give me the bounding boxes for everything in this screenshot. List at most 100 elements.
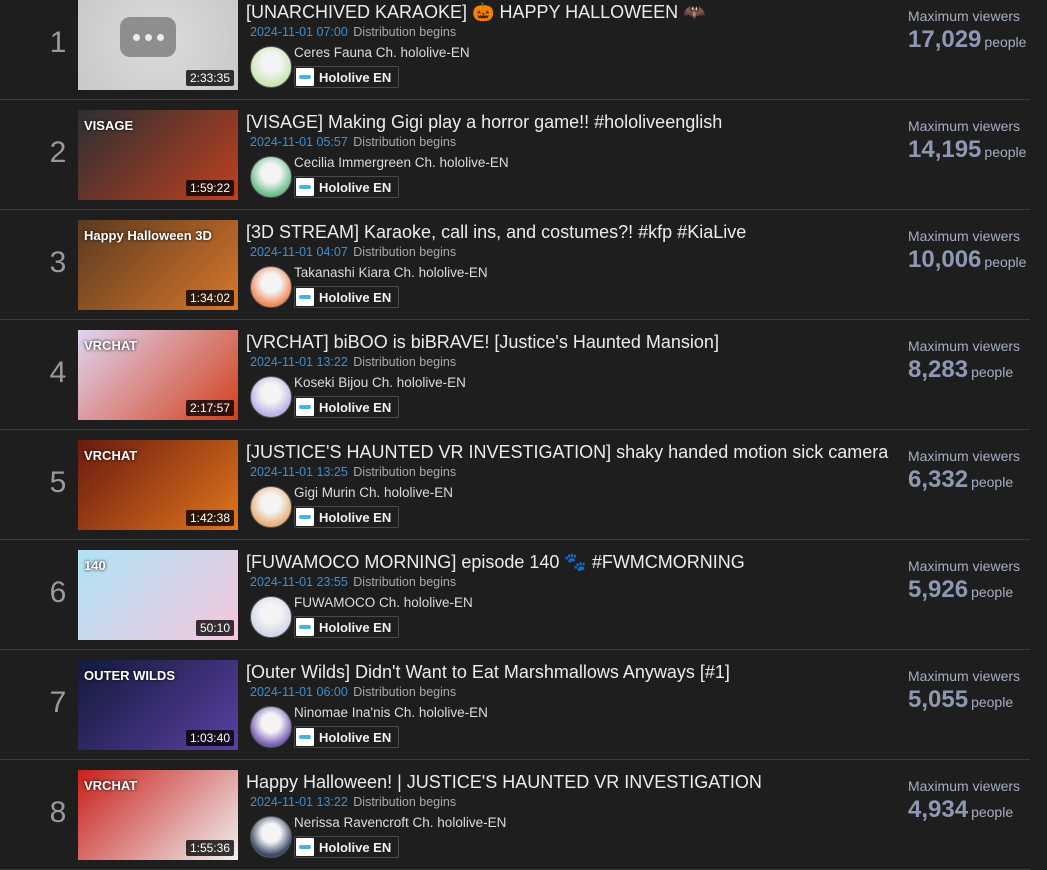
max-viewers-label: Maximum viewers <box>908 338 1021 354</box>
viewer-count: 4,934 <box>908 796 969 823</box>
max-viewers-label: Maximum viewers <box>908 668 1021 684</box>
video-duration: 1:03:40 <box>185 730 234 746</box>
video-thumbnail[interactable]: 140 50:10 <box>78 550 238 640</box>
video-thumbnail[interactable]: Happy Halloween 3D 1:34:02 <box>78 220 238 310</box>
channel-name-link[interactable]: Nerissa Ravencroft Ch. hololive-EN <box>294 815 506 830</box>
stream-row[interactable]: 5 VRCHAT 1:42:38 [JUSTICE'S HAUNTED VR I… <box>0 430 1030 540</box>
video-title-link[interactable]: [Outer Wilds] Didn't Want to Eat Marshma… <box>246 660 892 684</box>
video-thumbnail[interactable]: VRCHAT 2:17:57 <box>78 330 238 420</box>
video-thumbnail[interactable]: 2:33:35 <box>78 0 238 90</box>
max-viewers-count: 10,006 people <box>908 246 1038 274</box>
stream-row[interactable]: 4 VRCHAT 2:17:57 [VRCHAT] biBOO is biBRA… <box>0 320 1030 430</box>
stream-row[interactable]: 3 Happy Halloween 3D 1:34:02 [3D STREAM]… <box>0 210 1030 320</box>
stream-row[interactable]: 2 VISAGE 1:59:22 [VISAGE] Making Gigi pl… <box>0 100 1030 210</box>
channel-avatar[interactable] <box>250 486 292 528</box>
distribution-date: 2024-11-01 13:25 <box>250 465 348 479</box>
channel-name-link[interactable]: Ceres Fauna Ch. hololive-EN <box>294 45 470 60</box>
stream-row[interactable]: 7 OUTER WILDS 1:03:40 [Outer Wilds] Didn… <box>0 650 1030 760</box>
video-title-link[interactable]: [JUSTICE'S HAUNTED VR INVESTIGATION] sha… <box>246 440 892 464</box>
org-badge[interactable]: Hololive EN <box>294 66 400 88</box>
distribution-info: 2024-11-01 06:00 Distribution begins <box>250 685 456 699</box>
channel-name-link[interactable]: Gigi Murin Ch. hololive-EN <box>294 485 453 500</box>
stream-row[interactable]: 8 VRCHAT 1:55:36 Happy Halloween! | JUST… <box>0 760 1030 870</box>
viewer-unit: people <box>984 34 1027 50</box>
video-title-link[interactable]: [UNARCHIVED KARAOKE] 🎃 HAPPY HALLOWEEN 🦇 <box>246 0 892 24</box>
max-viewers-label: Maximum viewers <box>908 778 1021 794</box>
max-viewers-label: Maximum viewers <box>908 558 1021 574</box>
max-viewers: Maximum viewers 4,934 people <box>908 778 1038 824</box>
hololive-logo-icon <box>296 838 314 856</box>
channel-avatar[interactable] <box>250 706 292 748</box>
thumbnail-caption: VRCHAT <box>84 338 138 353</box>
channel-name-link[interactable]: Takanashi Kiara Ch. hololive-EN <box>294 265 488 280</box>
channel-name-link[interactable]: Koseki Bijou Ch. hololive-EN <box>294 375 466 390</box>
max-viewers-count: 5,055 people <box>908 686 1038 714</box>
max-viewers-label: Maximum viewers <box>908 228 1021 244</box>
distribution-date: 2024-11-01 05:57 <box>250 135 348 149</box>
video-title-link[interactable]: [FUWAMOCO MORNING] episode 140 🐾 #FWMCMO… <box>246 550 892 574</box>
distribution-info: 2024-11-01 04:07 Distribution begins <box>250 245 456 259</box>
stream-ranking-list: 1 2:33:35 [UNARCHIVED KARAOKE] 🎃 HAPPY H… <box>0 0 1047 870</box>
channel-name-link[interactable]: Ninomae Ina'nis Ch. hololive-EN <box>294 705 488 720</box>
org-badge[interactable]: Hololive EN <box>294 726 400 748</box>
thumbnail-caption: VRCHAT <box>84 778 138 793</box>
viewer-unit: people <box>971 804 1014 820</box>
channel-avatar[interactable] <box>250 596 292 638</box>
channel-avatar[interactable] <box>250 46 292 88</box>
video-thumbnail[interactable]: VRCHAT 1:55:36 <box>78 770 238 860</box>
max-viewers-count: 17,029 people <box>908 26 1038 54</box>
max-viewers: Maximum viewers 17,029 people <box>908 8 1038 54</box>
placeholder-dots-icon <box>120 17 176 57</box>
video-title-link[interactable]: [VISAGE] Making Gigi play a horror game!… <box>246 110 892 134</box>
channel-avatar[interactable] <box>250 816 292 858</box>
stream-row[interactable]: 6 140 50:10 [FUWAMOCO MORNING] episode 1… <box>0 540 1030 650</box>
video-thumbnail[interactable]: OUTER WILDS 1:03:40 <box>78 660 238 750</box>
distribution-info: 2024-11-01 23:55 Distribution begins <box>250 575 456 589</box>
video-duration: 2:33:35 <box>185 70 234 86</box>
thumbnail-caption: Happy Halloween 3D <box>84 228 212 243</box>
max-viewers: Maximum viewers 6,332 people <box>908 448 1038 494</box>
distribution-date: 2024-11-01 06:00 <box>250 685 348 699</box>
video-title-link[interactable]: Happy Halloween! | JUSTICE'S HAUNTED VR … <box>246 770 892 794</box>
viewer-unit: people <box>984 144 1027 160</box>
org-badge-label: Hololive EN <box>319 509 392 525</box>
channel-name-link[interactable]: Cecilia Immergreen Ch. hololive-EN <box>294 155 509 170</box>
video-thumbnail[interactable]: VRCHAT 1:42:38 <box>78 440 238 530</box>
org-badge[interactable]: Hololive EN <box>294 286 400 308</box>
distribution-info: 2024-11-01 13:25 Distribution begins <box>250 465 456 479</box>
video-duration: 1:34:02 <box>185 290 234 306</box>
org-badge-label: Hololive EN <box>319 729 392 745</box>
channel-name-link[interactable]: FUWAMOCO Ch. hololive-EN <box>294 595 473 610</box>
org-badge-label: Hololive EN <box>319 289 392 305</box>
video-title-link[interactable]: [VRCHAT] biBOO is biBRAVE! [Justice's Ha… <box>246 330 892 354</box>
distribution-label: Distribution begins <box>353 685 457 699</box>
thumbnail-caption: 140 <box>84 558 106 573</box>
viewer-count: 5,926 <box>908 576 969 603</box>
viewer-unit: people <box>971 474 1014 490</box>
org-badge[interactable]: Hololive EN <box>294 506 400 528</box>
channel-avatar[interactable] <box>250 156 292 198</box>
max-viewers: Maximum viewers 5,055 people <box>908 668 1038 714</box>
video-duration: 2:17:57 <box>185 400 234 416</box>
org-badge-label: Hololive EN <box>319 619 392 635</box>
max-viewers-count: 6,332 people <box>908 466 1038 494</box>
org-badge[interactable]: Hololive EN <box>294 176 400 198</box>
distribution-info: 2024-11-01 05:57 Distribution begins <box>250 135 456 149</box>
org-badge[interactable]: Hololive EN <box>294 616 400 638</box>
org-badge[interactable]: Hololive EN <box>294 836 400 858</box>
max-viewers-count: 8,283 people <box>908 356 1038 384</box>
hololive-logo-icon <box>296 398 314 416</box>
stream-row[interactable]: 1 2:33:35 [UNARCHIVED KARAOKE] 🎃 HAPPY H… <box>0 0 1030 100</box>
channel-avatar[interactable] <box>250 266 292 308</box>
video-title-link[interactable]: [3D STREAM] Karaoke, call ins, and costu… <box>246 220 892 244</box>
video-duration: 1:42:38 <box>185 510 234 526</box>
distribution-info: 2024-11-01 13:22 Distribution begins <box>250 355 456 369</box>
channel-avatar[interactable] <box>250 376 292 418</box>
distribution-label: Distribution begins <box>353 575 457 589</box>
max-viewers-count: 5,926 people <box>908 576 1038 604</box>
org-badge[interactable]: Hololive EN <box>294 396 400 418</box>
video-thumbnail[interactable]: VISAGE 1:59:22 <box>78 110 238 200</box>
distribution-date: 2024-11-01 07:00 <box>250 25 348 39</box>
distribution-date: 2024-11-01 13:22 <box>250 355 348 369</box>
org-badge-label: Hololive EN <box>319 399 392 415</box>
